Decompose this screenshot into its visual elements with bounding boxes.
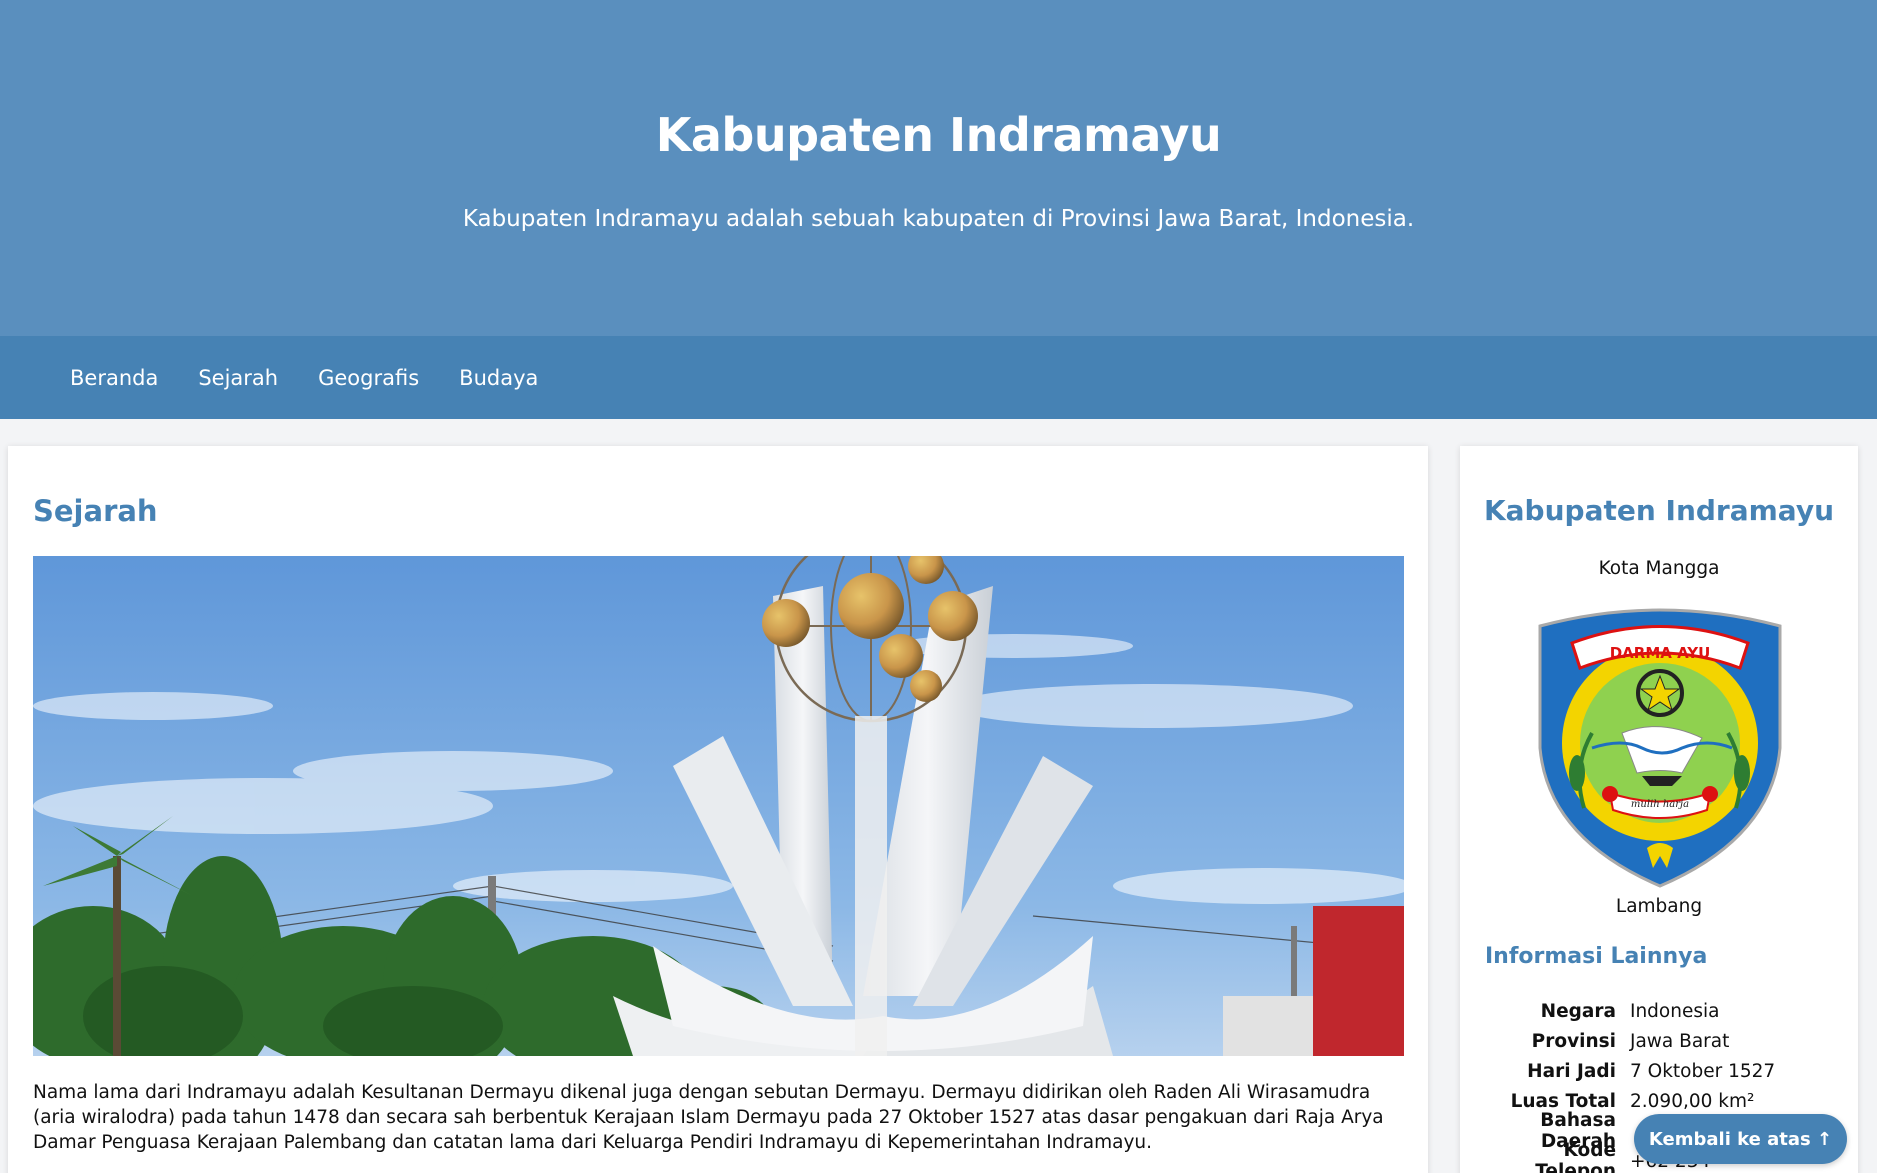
info-key: Kode Telepon bbox=[1535, 1140, 1616, 1173]
back-to-top-button[interactable]: Kembali ke atas ↑ bbox=[1634, 1114, 1847, 1164]
mango-monument-photo bbox=[33, 556, 1404, 1056]
emblem-motto-text: mulih harja bbox=[1631, 799, 1689, 810]
info-key: Provinsi bbox=[1531, 1030, 1616, 1052]
info-value: 7 Oktober 1527 bbox=[1630, 1060, 1776, 1082]
history-paragraph: Nama lama dari Indramayu adalah Kesultan… bbox=[33, 1082, 1384, 1153]
info-row: Provinsi Jawa Barat bbox=[1485, 1026, 1845, 1056]
site-subtitle: Kabupaten Indramayu adalah sebuah kabupa… bbox=[462, 206, 1415, 232]
info-row: Hari Jadi 7 Oktober 1527 bbox=[1485, 1056, 1845, 1086]
infobox-title: Kabupaten Indramayu bbox=[1483, 494, 1835, 527]
info-key: Hari Jadi bbox=[1527, 1060, 1616, 1082]
coat-of-arms-emblem: DARMA AYU mulih harja bbox=[1532, 598, 1788, 888]
section-heading: Sejarah bbox=[33, 494, 158, 528]
nav-item-geografis[interactable]: Geografis bbox=[318, 366, 419, 390]
nav-item-beranda[interactable]: Beranda bbox=[70, 366, 158, 390]
info-key: Luas Total bbox=[1510, 1090, 1616, 1112]
info-heading: Informasi Lainnya bbox=[1485, 944, 1708, 969]
info-key: Negara bbox=[1540, 1000, 1616, 1022]
emblem-caption: Lambang bbox=[1615, 896, 1703, 917]
info-value: Indonesia bbox=[1630, 1000, 1720, 1022]
history-section: Sejarah Nama lama dari Indramayu adalah … bbox=[8, 446, 1428, 1173]
site-title: Kabupaten Indramayu bbox=[655, 108, 1222, 162]
hero-banner: Kabupaten Indramayu Kabupaten Indramayu … bbox=[0, 0, 1877, 336]
regency-infobox: Kabupaten Indramayu Kota Mangga DARMA AY… bbox=[1460, 446, 1858, 1173]
info-value: Jawa Barat bbox=[1630, 1030, 1730, 1052]
info-row: Negara Indonesia bbox=[1485, 996, 1845, 1026]
main-nav: Beranda Sejarah Geografis Budaya bbox=[0, 336, 1877, 419]
emblem-banner-text: DARMA AYU bbox=[1610, 644, 1711, 662]
info-value: 2.090,00 km² bbox=[1630, 1090, 1755, 1112]
nickname: Kota Mangga bbox=[1598, 558, 1720, 579]
nav-item-budaya[interactable]: Budaya bbox=[459, 366, 538, 390]
nav-item-sejarah[interactable]: Sejarah bbox=[198, 366, 278, 390]
